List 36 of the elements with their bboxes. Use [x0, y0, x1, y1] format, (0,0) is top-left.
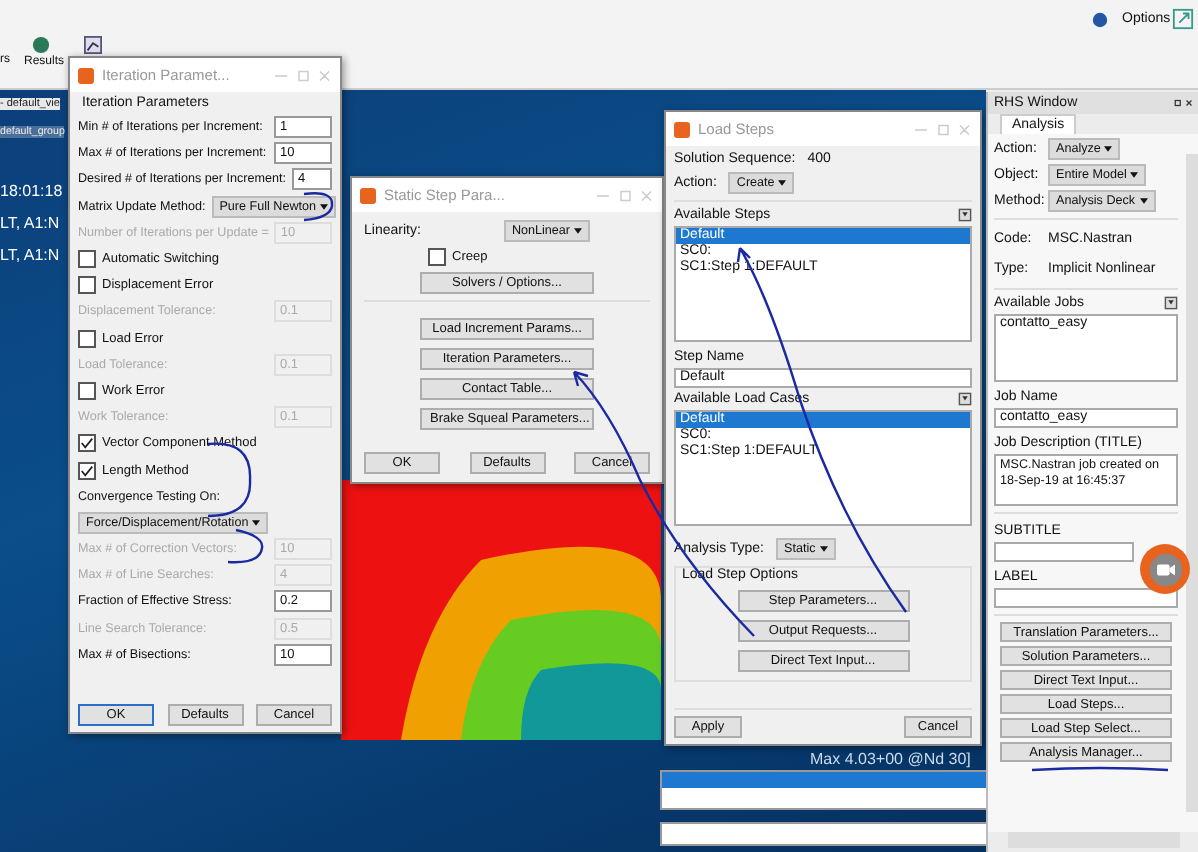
filter-icon[interactable]: [958, 392, 972, 406]
exit-icon[interactable]: [1172, 8, 1194, 30]
app-logo-icon: [674, 121, 690, 137]
app-logo-icon: [78, 67, 94, 83]
globe-icon[interactable]: [32, 36, 50, 54]
close-icon[interactable]: [1174, 98, 1194, 108]
max-value-label: Max 4.03+00 @Nd 30]: [810, 750, 971, 768]
input-field[interactable]: [994, 588, 1178, 608]
checkbox[interactable]: [78, 250, 96, 269]
viewport-text: LT, A1:N: [0, 214, 60, 232]
viewport-text: LT, A1:N: [0, 246, 60, 264]
caret-icon: [1130, 172, 1139, 178]
caret-icon: [320, 203, 328, 210]
checkbox[interactable]: [78, 434, 96, 453]
checkbox[interactable]: [78, 461, 96, 480]
pen-stroke: [1031, 766, 1169, 772]
app-logo-icon: [360, 187, 376, 203]
chart-icon[interactable]: [84, 36, 102, 54]
caret-icon: [819, 546, 828, 552]
caret-icon: [252, 519, 261, 526]
checkbox[interactable]: [78, 329, 96, 348]
checkbox[interactable]: [78, 276, 96, 295]
caret-icon: [1139, 198, 1148, 204]
caret-icon: [778, 180, 787, 186]
checkbox[interactable]: [78, 381, 96, 400]
input-field[interactable]: [660, 822, 990, 846]
input-field[interactable]: [994, 542, 1134, 562]
caret-icon: [574, 228, 582, 234]
filter-icon[interactable]: [1164, 296, 1178, 310]
viewport-text: 18:01:18: [0, 182, 63, 200]
help-icon[interactable]: [1092, 12, 1108, 28]
scrollbar[interactable]: [1186, 154, 1198, 812]
caret-icon: [1104, 146, 1113, 152]
scrollbar[interactable]: [1008, 832, 1180, 848]
filter-icon[interactable]: [958, 208, 972, 222]
checkbox[interactable]: [428, 248, 446, 266]
